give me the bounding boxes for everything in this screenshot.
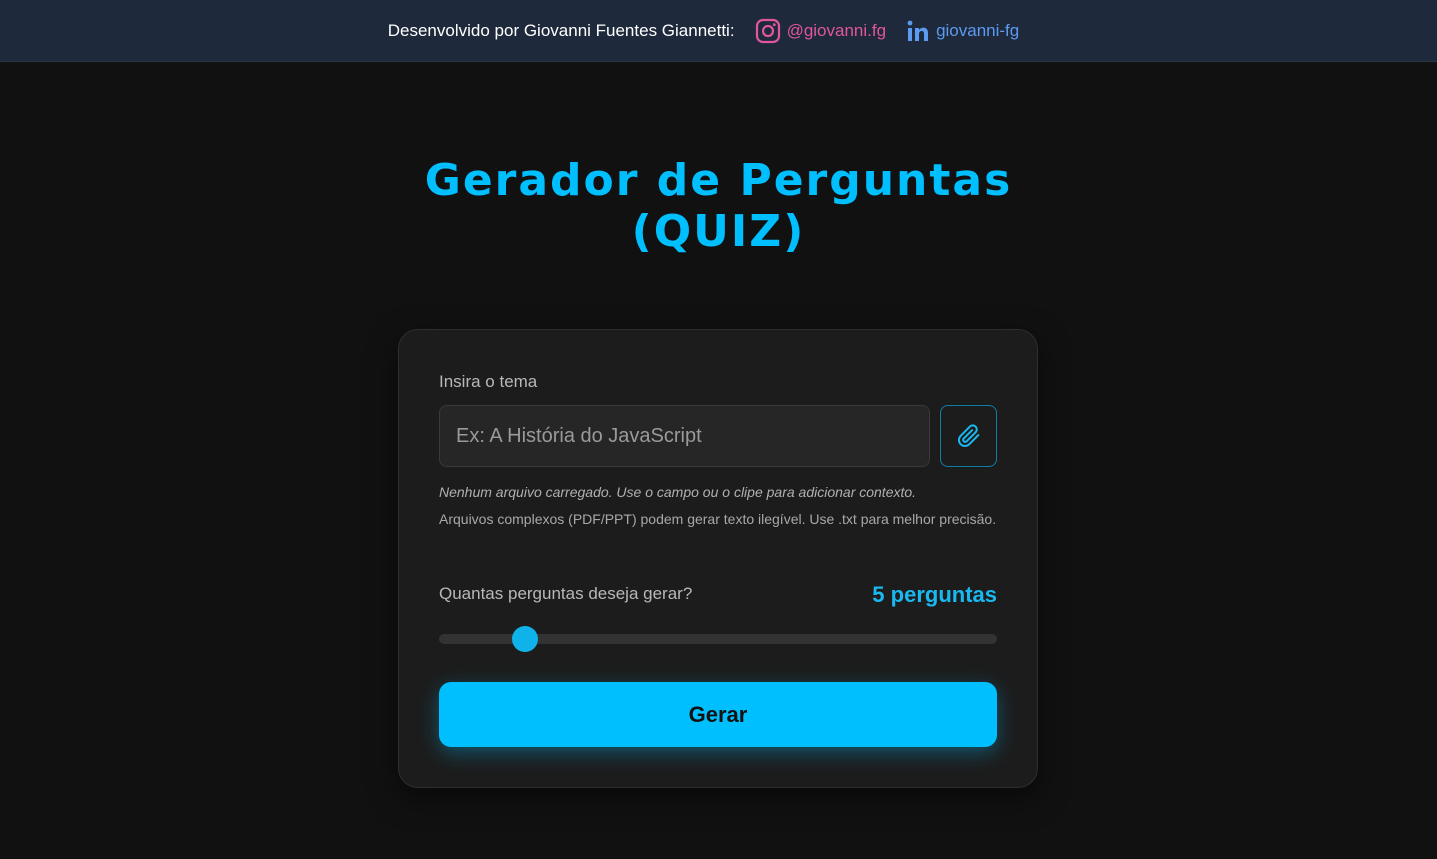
theme-input[interactable]	[439, 405, 930, 467]
linkedin-link[interactable]: giovanni-fg	[906, 19, 1019, 43]
file-hint: Arquivos complexos (PDF/PPT) podem gerar…	[439, 511, 997, 527]
linkedin-handle: giovanni-fg	[936, 20, 1020, 40]
linkedin-icon	[907, 20, 929, 41]
question-count-label: Quantas perguntas deseja gerar?	[439, 584, 693, 603]
instagram-handle: @giovanni.fg	[786, 20, 887, 40]
instagram-icon	[755, 18, 780, 43]
attach-file-button[interactable]	[940, 405, 997, 467]
slider-thumb[interactable]	[512, 626, 539, 652]
top-bar: Desenvolvido por Giovanni Fuentes Gianne…	[0, 0, 1437, 62]
title-line-1: Gerador de Perguntas	[424, 155, 1013, 206]
theme-label: Insira o tema	[439, 372, 538, 391]
page-title: Gerador de Perguntas (QUIZ)	[0, 155, 1437, 257]
developer-credit: Desenvolvido por Giovanni Fuentes Gianne…	[387, 20, 735, 40]
instagram-link[interactable]: @giovanni.fg	[755, 18, 887, 44]
file-status: Nenhum arquivo carregado. Use o campo ou…	[439, 484, 917, 500]
quiz-form-card: Insira o tema Nenhum arquivo carregado. …	[398, 329, 1038, 788]
title-line-2: (QUIZ)	[631, 206, 806, 257]
paperclip-icon	[957, 424, 979, 447]
generate-button[interactable]: Gerar	[439, 682, 997, 747]
question-count-slider[interactable]	[439, 626, 997, 652]
question-count-value: 5 perguntas	[872, 582, 997, 607]
